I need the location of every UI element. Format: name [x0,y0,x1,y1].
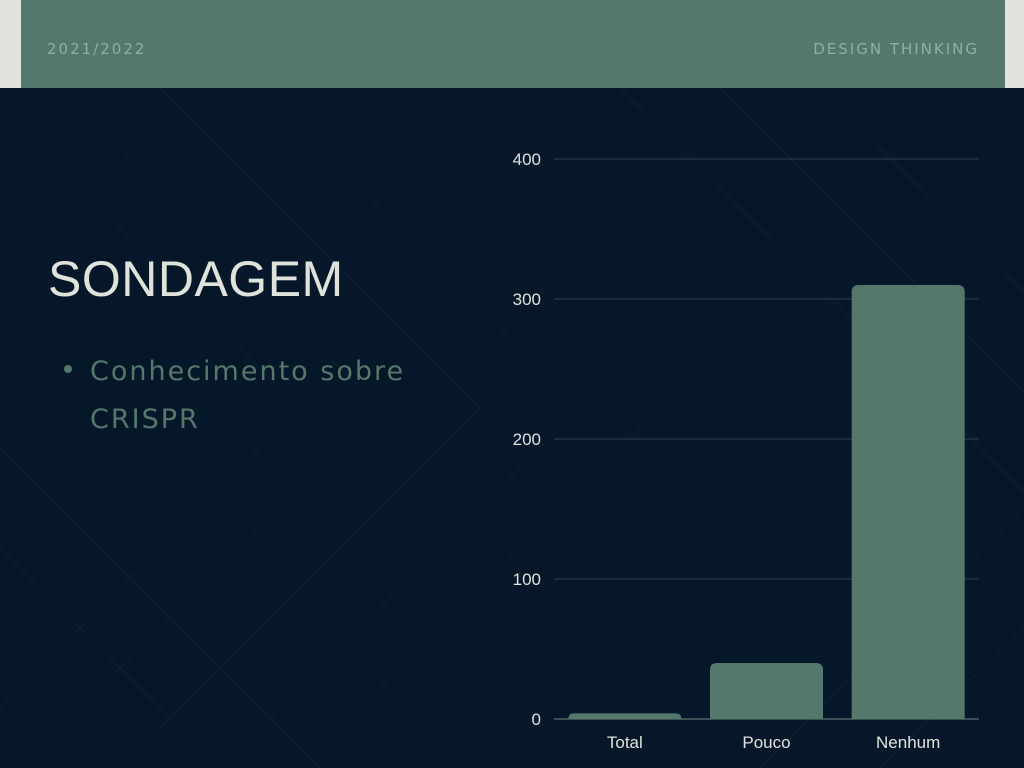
y-tick-label: 200 [513,430,541,449]
x-tick-label: Total [607,733,643,752]
y-tick-label: 400 [513,150,541,169]
bar-total [568,713,682,719]
bar-nenhum [851,285,965,719]
y-tick-label: 100 [513,570,541,589]
y-tick-label: 300 [513,290,541,309]
bar-pouco [710,663,823,719]
x-tick-label: Nenhum [876,733,940,752]
x-tick-label: Pouco [742,733,790,752]
y-tick-label: 0 [532,710,541,729]
bar-chart: 0 100 200 300 400 Total Pouco Nenhum [513,150,979,752]
